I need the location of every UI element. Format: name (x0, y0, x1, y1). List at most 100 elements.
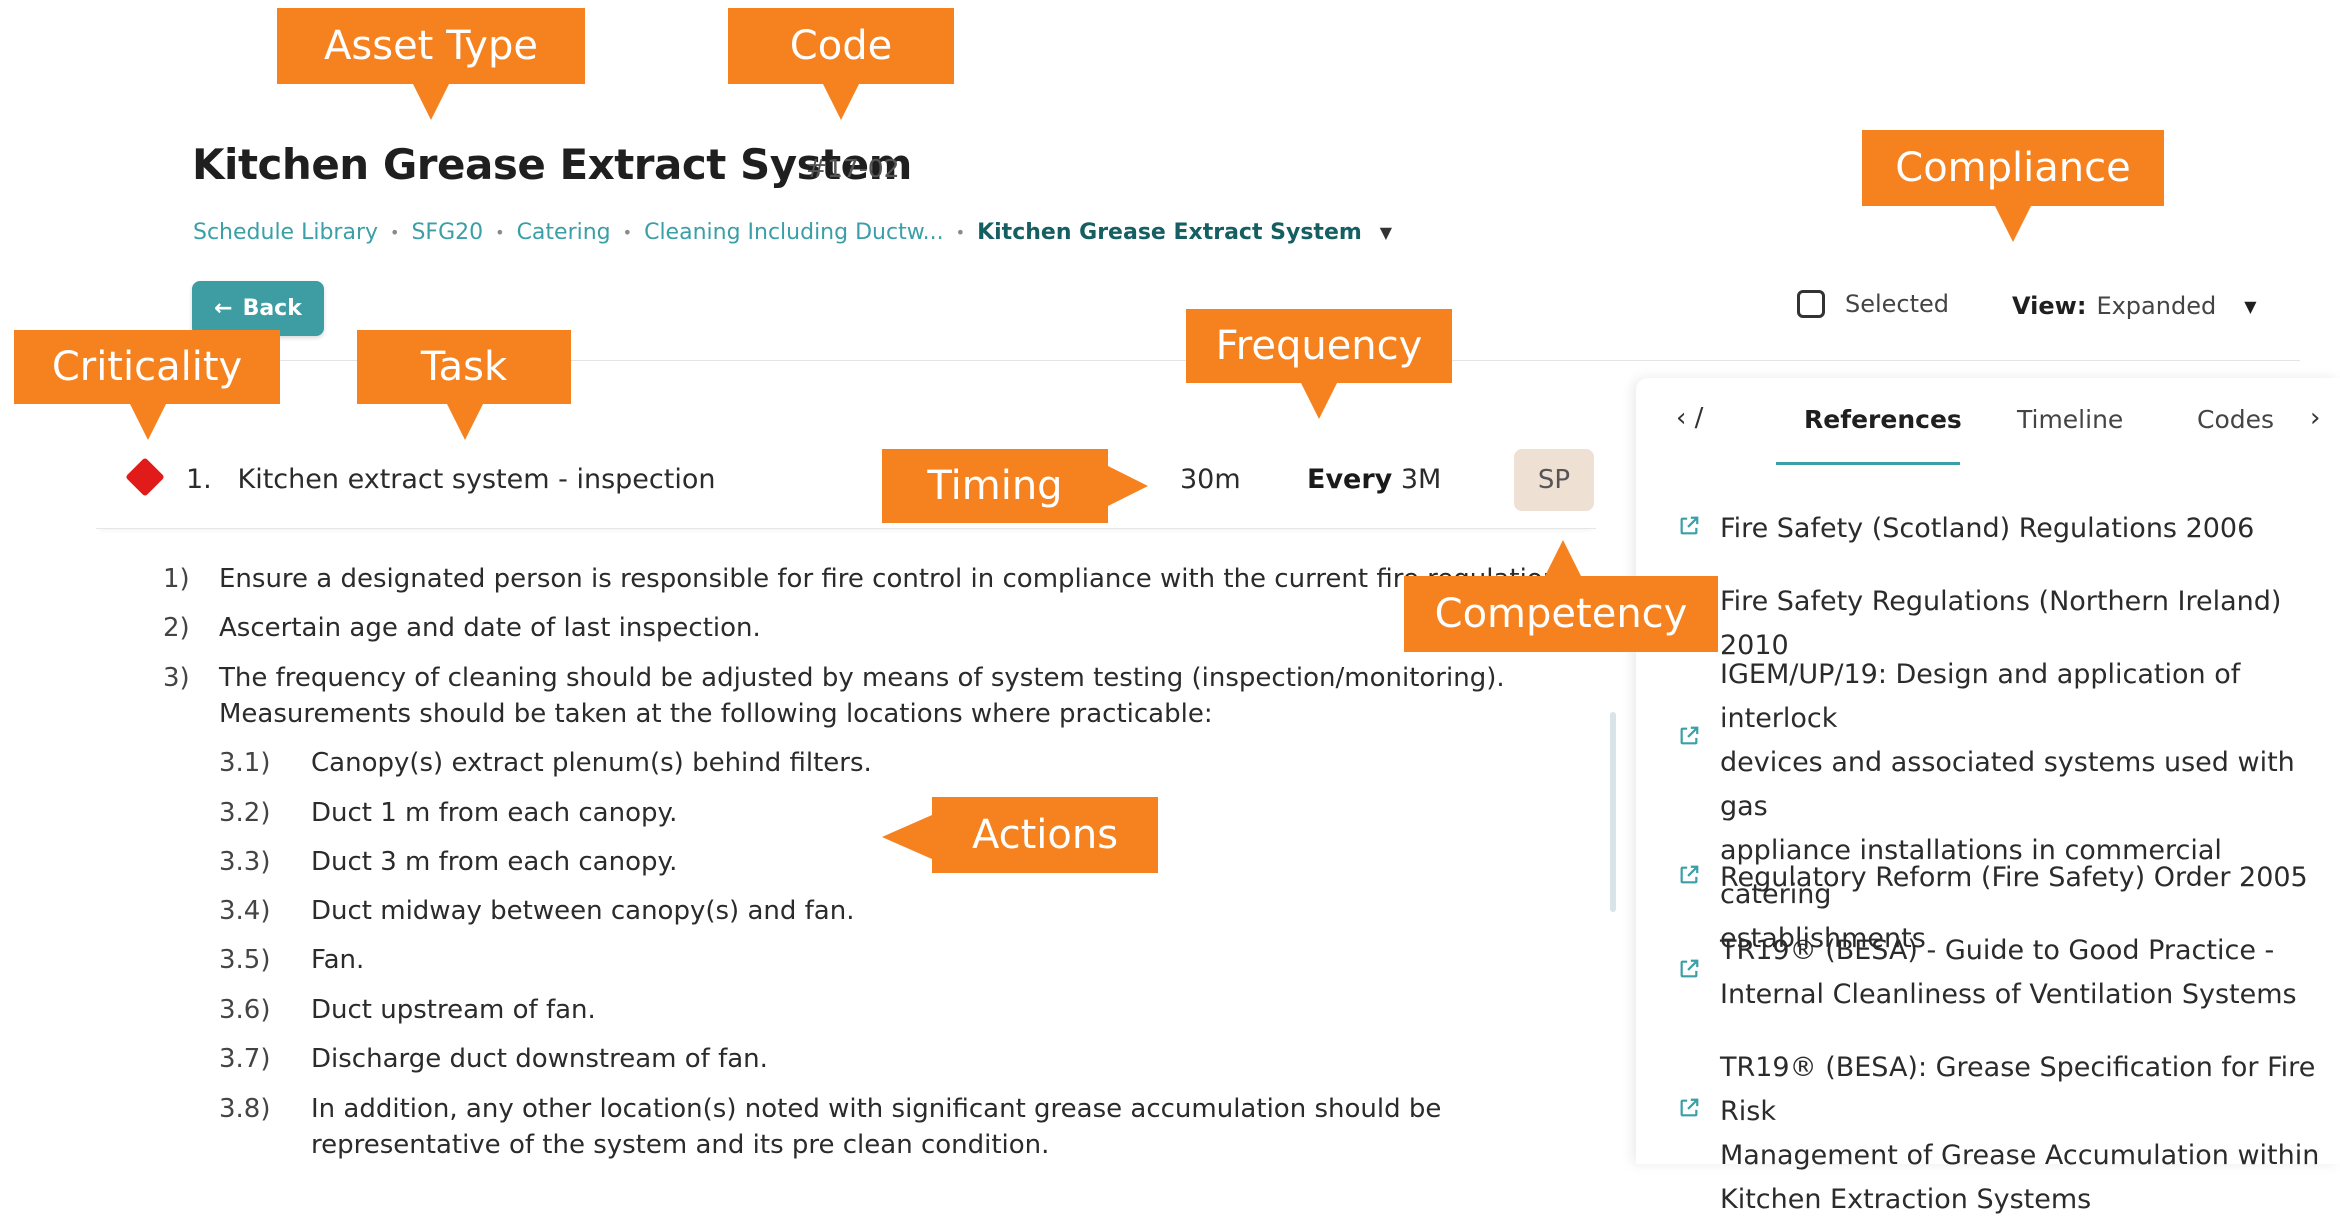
action-text: Duct midway between canopy(s) and fan. (311, 896, 855, 926)
action-subitem: 3.8) In addition, any other location(s) n… (219, 1091, 1441, 1163)
action-subitem: 3.5) Fan. (219, 942, 364, 978)
action-subitem: 3.2) Duct 1 m from each canopy. (219, 795, 677, 831)
reference-link[interactable]: TR19® (BESA) - Guide to Good Practice - … (1720, 929, 2297, 1017)
annotation-code: Code (728, 8, 954, 84)
action-text: Duct upstream of fan. (311, 995, 596, 1025)
action-subitem: 3.7) Discharge duct downstream of fan. (219, 1041, 768, 1077)
external-link-icon (1678, 1097, 1700, 1123)
breadcrumb-current: Kitchen Grease Extract System (977, 220, 1362, 245)
external-link-icon (1678, 515, 1700, 541)
annotation-frequency: Frequency (1186, 309, 1452, 383)
annotation-criticality: Criticality (14, 330, 280, 404)
chevron-left-icon[interactable]: ‹ / (1676, 403, 1703, 433)
task-name: Kitchen extract system - inspection (237, 464, 716, 495)
action-text: Duct 1 m from each canopy. (311, 798, 678, 828)
annotation-task: Task (357, 330, 571, 404)
action-text-continued: Measurements should be taken at the foll… (219, 699, 1213, 729)
action-text-continued: representative of the system and its pre… (311, 1130, 1050, 1160)
annotation-asset-type: Asset Type (277, 8, 585, 84)
annotation-arrow-down-icon (1995, 206, 2031, 242)
reference-link[interactable]: Fire Safety (Scotland) Regulations 2006 (1720, 507, 2254, 551)
action-number: 3.6) (219, 995, 271, 1025)
action-text: The frequency of cleaning should be adju… (219, 663, 1505, 693)
action-subitem: 3.4) Duct midway between canopy(s) and fa… (219, 893, 854, 929)
task-timing: 30m (1180, 464, 1241, 495)
action-text: Ensure a designated person is responsibl… (219, 564, 1581, 594)
action-number: 3.8) (219, 1094, 271, 1124)
action-number: 3.4) (219, 896, 271, 926)
chevron-down-icon: ▼ (2244, 296, 2257, 316)
selected-label: Selected (1845, 290, 1950, 318)
external-link-icon (1678, 958, 1700, 984)
reference-text: Kitchen Extraction Systems (1720, 1184, 2092, 1215)
tab-references[interactable]: References (1804, 405, 1962, 434)
reference-text: Management of Grease Accumulation within (1720, 1140, 2320, 1171)
frequency-value: 3M (1400, 464, 1442, 495)
active-tab-indicator (1776, 462, 1960, 465)
view-label: View: (2012, 292, 2087, 320)
breadcrumb-separator: • (622, 223, 633, 242)
annotation-arrow-right-icon (1108, 466, 1148, 506)
scrollbar[interactable] (1610, 712, 1616, 912)
breadcrumb: Schedule Library • SFG20 • Catering • Cl… (193, 220, 1392, 245)
breadcrumb-separator: • (495, 223, 505, 242)
annotation-arrow-down-icon (413, 84, 449, 120)
selected-checkbox[interactable] (1797, 290, 1825, 318)
reference-link[interactable]: Regulatory Reform (Fire Safety) Order 20… (1720, 856, 2308, 900)
reference-text: Fire Safety (Scotland) Regulations 2006 (1720, 513, 2255, 544)
action-text: Ascertain age and date of last inspectio… (219, 613, 761, 643)
action-subitem: 3.1) Canopy(s) extract plenum(s) behind f… (219, 745, 872, 781)
reference-link[interactable]: IGEM/UP/19: Design and application of in… (1720, 653, 2340, 961)
task-title: 1. Kitchen extract system - inspection (186, 464, 715, 495)
chevron-right-icon[interactable]: › (2310, 403, 2320, 433)
annotation-arrow-down-icon (1301, 383, 1337, 419)
action-subitem: 3.3) Duct 3 m from each canopy. (219, 844, 677, 880)
reference-text: TR19® (BESA) - Guide to Good Practice - (1720, 935, 2275, 966)
external-link-icon (1678, 864, 1700, 890)
task-frequency: Every 3M (1307, 464, 1441, 495)
page-title: Kitchen Grease Extract System (192, 140, 912, 189)
action-text: Discharge duct downstream of fan. (311, 1044, 768, 1074)
breadcrumb-separator: • (390, 223, 400, 242)
annotation-arrow-left-icon (882, 815, 932, 859)
annotation-arrow-down-icon (130, 404, 166, 440)
action-text: In addition, any other location(s) noted… (311, 1094, 1442, 1124)
competency-badge[interactable]: SP (1514, 449, 1594, 511)
action-text: Canopy(s) extract plenum(s) behind filte… (311, 748, 872, 778)
action-number: 3.3) (219, 847, 271, 877)
breadcrumb-item[interactable]: Cleaning Including Ductw... (644, 220, 944, 245)
selected-toggle[interactable]: Selected (1797, 290, 1949, 318)
action-text: Duct 3 m from each canopy. (311, 847, 678, 877)
reference-text: Regulatory Reform (Fire Safety) Order 20… (1720, 862, 2308, 893)
tab-timeline[interactable]: Timeline (2017, 405, 2123, 434)
back-button[interactable]: ← Back (192, 281, 324, 336)
frequency-prefix: Every (1307, 464, 1393, 495)
reference-link[interactable]: TR19® (BESA): Grease Specification for F… (1720, 1046, 2340, 1222)
arrow-left-icon: ← (214, 296, 233, 321)
action-text: Fan. (311, 945, 365, 975)
view-value: Expanded (2096, 292, 2217, 320)
breadcrumb-item[interactable]: Schedule Library (193, 220, 378, 245)
action-number: 2) (163, 613, 190, 643)
action-number: 3.5) (219, 945, 271, 975)
tab-codes[interactable]: Codes (2197, 405, 2274, 434)
action-item: 3) The frequency of cleaning should be ad… (163, 660, 1505, 732)
annotation-arrow-down-icon (447, 404, 483, 440)
back-button-label: Back (242, 296, 302, 321)
reference-text: IGEM/UP/19: Design and application of in… (1720, 659, 2241, 734)
action-item: 2) Ascertain age and date of last inspect… (163, 610, 761, 646)
annotation-timing: Timing (882, 449, 1108, 523)
external-link-icon (1678, 725, 1700, 751)
annotation-competency: Competency (1404, 576, 1718, 652)
annotation-arrow-down-icon (823, 84, 859, 120)
breadcrumb-item[interactable]: SFG20 (411, 220, 483, 245)
task-number: 1. (186, 464, 212, 495)
action-item: 1) Ensure a designated person is responsi… (163, 561, 1581, 597)
chevron-down-icon[interactable]: ▼ (1380, 223, 1392, 242)
breadcrumb-item[interactable]: Catering (517, 220, 611, 245)
asset-code: #17-02 (806, 154, 900, 183)
annotation-arrow-up-icon (1545, 540, 1581, 576)
action-number: 3) (163, 663, 190, 693)
view-dropdown[interactable]: View: Expanded ▼ (2012, 292, 2257, 320)
action-number: 3.1) (219, 748, 271, 778)
